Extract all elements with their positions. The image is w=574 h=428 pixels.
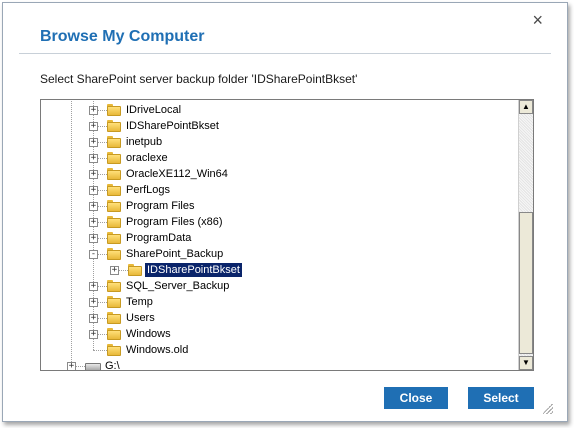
folder-label[interactable]: Windows.old [124,343,190,357]
selected-folder-label[interactable]: IDSharePointBkset [145,263,242,277]
expand-icon[interactable]: + [89,202,98,211]
tree-node[interactable]: + Users [41,310,519,326]
expand-icon[interactable]: + [89,186,98,195]
folder-icon [107,216,121,228]
folder-label[interactable]: SQL_Server_Backup [124,279,231,293]
folder-icon [107,296,121,308]
tree-connector [93,350,107,351]
tree-node[interactable]: + Program Files (x86) [41,214,519,230]
dialog-title: Browse My Computer [40,28,205,45]
tree-node[interactable]: + IDSharePointBkset [41,262,519,278]
close-button[interactable]: Close [384,387,448,409]
expand-icon[interactable]: + [89,106,98,115]
folder-tree[interactable]: + IDriveLocal + IDSharePointBkset + inetpub + o… [40,99,534,371]
tree-node[interactable]: + oraclexe [41,150,519,166]
folder-label[interactable]: OracleXE112_Win64 [124,167,230,181]
expand-icon[interactable]: + [89,122,98,131]
tree-node[interactable]: Windows.old [41,342,519,358]
scroll-up-button[interactable]: ▲ [519,100,533,114]
scroll-thumb[interactable] [519,212,533,354]
tree-node[interactable]: + IDriveLocal [41,102,519,118]
folder-icon [128,264,142,276]
browse-dialog: × Browse My Computer Select SharePoint s… [2,2,568,422]
folder-label[interactable]: Program Files (x86) [124,215,225,229]
folder-label[interactable]: ProgramData [124,231,193,245]
folder-label[interactable]: Temp [124,295,155,309]
folder-icon [107,248,121,260]
folder-label[interactable]: IDSharePointBkset [124,119,221,133]
scroll-down-button[interactable]: ▼ [519,356,533,370]
tree-node[interactable]: + Temp [41,294,519,310]
close-icon[interactable]: × [532,11,543,29]
folder-icon [107,232,121,244]
instruction-text: Select SharePoint server backup folder '… [40,72,358,86]
folder-icon [107,312,121,324]
tree-node[interactable]: + PerfLogs [41,182,519,198]
tree-node[interactable]: + ProgramData [41,230,519,246]
folder-icon [107,120,121,132]
folder-label[interactable]: oraclexe [124,151,170,165]
tree-node[interactable]: + Program Files [41,198,519,214]
collapse-icon[interactable]: - [89,250,98,259]
tree-node[interactable]: + OracleXE112_Win64 [41,166,519,182]
select-button[interactable]: Select [468,387,534,409]
expand-icon[interactable]: + [89,234,98,243]
folder-icon [107,168,121,180]
folder-icon [107,184,121,196]
drive-icon [85,363,101,370]
folder-icon [107,328,121,340]
expand-icon[interactable]: + [89,154,98,163]
tree-scrollbar[interactable]: ▲ ▼ [518,100,533,370]
folder-label[interactable]: Windows [124,327,173,341]
expand-icon[interactable]: + [89,298,98,307]
folder-label[interactable]: Users [124,311,157,325]
expand-icon[interactable]: + [110,266,119,275]
expand-icon[interactable]: + [89,282,98,291]
folder-icon [107,280,121,292]
folder-label[interactable]: SharePoint_Backup [124,247,225,261]
tree-node[interactable]: + IDSharePointBkset [41,118,519,134]
folder-icon [107,200,121,212]
title-divider [19,53,551,54]
folder-label[interactable]: inetpub [124,135,164,149]
expand-icon[interactable]: + [89,138,98,147]
expand-icon[interactable]: + [89,330,98,339]
tree-node[interactable]: - SharePoint_Backup [41,246,519,262]
folder-label[interactable]: PerfLogs [124,183,172,197]
tree-node[interactable]: + SQL_Server_Backup [41,278,519,294]
tree-node[interactable]: + inetpub [41,134,519,150]
expand-icon[interactable]: + [89,170,98,179]
expand-icon[interactable]: + [67,362,76,370]
folder-icon [107,136,121,148]
folder-icon [107,344,121,356]
folder-label[interactable]: G:\ [103,359,122,370]
folder-icon [107,152,121,164]
folder-label[interactable]: Program Files [124,199,196,213]
folder-icon [107,104,121,116]
resize-grip-icon[interactable] [543,404,553,414]
tree-node[interactable]: + Windows [41,326,519,342]
folder-label[interactable]: IDriveLocal [124,103,183,117]
expand-icon[interactable]: + [89,218,98,227]
tree-node[interactable]: + G:\ [41,358,519,370]
expand-icon[interactable]: + [89,314,98,323]
